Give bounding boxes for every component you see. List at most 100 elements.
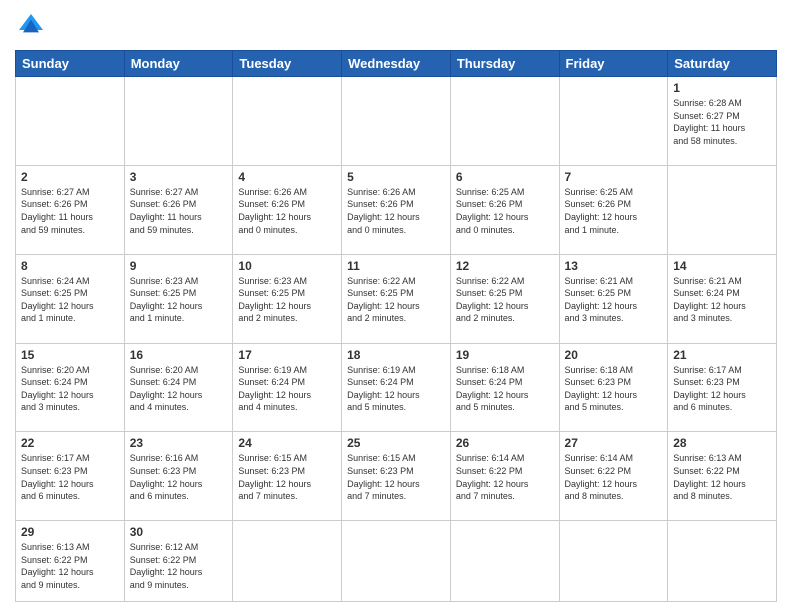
empty-day-cell bbox=[342, 77, 451, 166]
day-info: Sunrise: 6:12 AM Sunset: 6:22 PM Dayligh… bbox=[130, 541, 228, 591]
day-cell: 8 Sunrise: 6:24 AM Sunset: 6:25 PM Daylig… bbox=[16, 254, 125, 343]
day-cell: 12 Sunrise: 6:22 AM Sunset: 6:25 PM Dayli… bbox=[450, 254, 559, 343]
day-of-week-header: Monday bbox=[124, 51, 233, 77]
day-cell: 29 Sunrise: 6:13 AM Sunset: 6:22 PM Dayli… bbox=[16, 521, 125, 602]
day-number: 2 bbox=[21, 170, 119, 184]
day-cell: 6 Sunrise: 6:25 AM Sunset: 6:26 PM Daylig… bbox=[450, 165, 559, 254]
day-info: Sunrise: 6:22 AM Sunset: 6:25 PM Dayligh… bbox=[456, 275, 554, 325]
day-number: 12 bbox=[456, 259, 554, 273]
day-number: 19 bbox=[456, 348, 554, 362]
day-cell: 13 Sunrise: 6:21 AM Sunset: 6:25 PM Dayli… bbox=[559, 254, 668, 343]
day-number: 17 bbox=[238, 348, 336, 362]
day-number: 27 bbox=[565, 436, 663, 450]
day-number: 11 bbox=[347, 259, 445, 273]
day-cell: 11 Sunrise: 6:22 AM Sunset: 6:25 PM Dayli… bbox=[342, 254, 451, 343]
empty-day-cell bbox=[233, 77, 342, 166]
empty-day-cell bbox=[450, 77, 559, 166]
day-cell: 20 Sunrise: 6:18 AM Sunset: 6:23 PM Dayli… bbox=[559, 343, 668, 432]
day-cell: 24Sunrise: 6:15 AM Sunset: 6:23 PM Dayli… bbox=[233, 432, 342, 521]
day-cell: 1Sunrise: 6:28 AM Sunset: 6:27 PM Daylig… bbox=[668, 77, 777, 166]
day-number: 28 bbox=[673, 436, 771, 450]
empty-day-cell bbox=[342, 521, 451, 602]
day-cell: 15 Sunrise: 6:20 AM Sunset: 6:24 PM Dayli… bbox=[16, 343, 125, 432]
day-info: Sunrise: 6:27 AM Sunset: 6:26 PM Dayligh… bbox=[130, 186, 228, 236]
day-cell: 5 Sunrise: 6:26 AM Sunset: 6:26 PM Daylig… bbox=[342, 165, 451, 254]
day-of-week-header: Friday bbox=[559, 51, 668, 77]
day-info: Sunrise: 6:23 AM Sunset: 6:25 PM Dayligh… bbox=[130, 275, 228, 325]
day-number: 21 bbox=[673, 348, 771, 362]
day-info: Sunrise: 6:25 AM Sunset: 6:26 PM Dayligh… bbox=[565, 186, 663, 236]
day-of-week-header: Thursday bbox=[450, 51, 559, 77]
empty-day-cell bbox=[559, 521, 668, 602]
day-cell: 25 Sunrise: 6:15 AM Sunset: 6:23 PM Dayli… bbox=[342, 432, 451, 521]
calendar-header-row: SundayMondayTuesdayWednesdayThursdayFrid… bbox=[16, 51, 777, 77]
day-cell: 3Sunrise: 6:27 AM Sunset: 6:26 PM Daylig… bbox=[124, 165, 233, 254]
day-info: Sunrise: 6:26 AM Sunset: 6:26 PM Dayligh… bbox=[347, 186, 445, 236]
day-info: Sunrise: 6:20 AM Sunset: 6:24 PM Dayligh… bbox=[130, 364, 228, 414]
day-number: 13 bbox=[565, 259, 663, 273]
day-info: Sunrise: 6:15 AM Sunset: 6:23 PM Dayligh… bbox=[347, 452, 445, 502]
day-number: 15 bbox=[21, 348, 119, 362]
day-number: 26 bbox=[456, 436, 554, 450]
empty-day-cell bbox=[124, 77, 233, 166]
day-cell: 16 Sunrise: 6:20 AM Sunset: 6:24 PM Dayli… bbox=[124, 343, 233, 432]
day-number: 10 bbox=[238, 259, 336, 273]
day-number: 5 bbox=[347, 170, 445, 184]
day-info: Sunrise: 6:26 AM Sunset: 6:26 PM Dayligh… bbox=[238, 186, 336, 236]
day-number: 25 bbox=[347, 436, 445, 450]
day-number: 18 bbox=[347, 348, 445, 362]
day-info: Sunrise: 6:13 AM Sunset: 6:22 PM Dayligh… bbox=[21, 541, 119, 591]
day-number: 22 bbox=[21, 436, 119, 450]
day-info: Sunrise: 6:20 AM Sunset: 6:24 PM Dayligh… bbox=[21, 364, 119, 414]
day-cell: 4 Sunrise: 6:26 AM Sunset: 6:26 PM Daylig… bbox=[233, 165, 342, 254]
day-cell: 27 Sunrise: 6:14 AM Sunset: 6:22 PM Dayli… bbox=[559, 432, 668, 521]
logo bbox=[15, 10, 51, 42]
day-number: 24 bbox=[238, 436, 336, 450]
day-cell: 19 Sunrise: 6:18 AM Sunset: 6:24 PM Dayli… bbox=[450, 343, 559, 432]
calendar-table: SundayMondayTuesdayWednesdayThursdayFrid… bbox=[15, 50, 777, 602]
day-number: 14 bbox=[673, 259, 771, 273]
day-of-week-header: Tuesday bbox=[233, 51, 342, 77]
day-number: 29 bbox=[21, 525, 119, 539]
day-number: 8 bbox=[21, 259, 119, 273]
day-number: 9 bbox=[130, 259, 228, 273]
day-info: Sunrise: 6:17 AM Sunset: 6:23 PM Dayligh… bbox=[21, 452, 119, 502]
day-cell: 26Sunrise: 6:14 AM Sunset: 6:22 PM Dayli… bbox=[450, 432, 559, 521]
day-info: Sunrise: 6:25 AM Sunset: 6:26 PM Dayligh… bbox=[456, 186, 554, 236]
day-info: Sunrise: 6:18 AM Sunset: 6:23 PM Dayligh… bbox=[565, 364, 663, 414]
logo-icon bbox=[15, 10, 47, 42]
day-info: Sunrise: 6:19 AM Sunset: 6:24 PM Dayligh… bbox=[347, 364, 445, 414]
day-number: 7 bbox=[565, 170, 663, 184]
day-info: Sunrise: 6:27 AM Sunset: 6:26 PM Dayligh… bbox=[21, 186, 119, 236]
day-cell: 23Sunrise: 6:16 AM Sunset: 6:23 PM Dayli… bbox=[124, 432, 233, 521]
day-number: 16 bbox=[130, 348, 228, 362]
day-info: Sunrise: 6:22 AM Sunset: 6:25 PM Dayligh… bbox=[347, 275, 445, 325]
day-cell: 2 Sunrise: 6:27 AM Sunset: 6:26 PM Daylig… bbox=[16, 165, 125, 254]
day-info: Sunrise: 6:18 AM Sunset: 6:24 PM Dayligh… bbox=[456, 364, 554, 414]
day-cell: 7 Sunrise: 6:25 AM Sunset: 6:26 PM Daylig… bbox=[559, 165, 668, 254]
day-info: Sunrise: 6:19 AM Sunset: 6:24 PM Dayligh… bbox=[238, 364, 336, 414]
day-cell: 22 Sunrise: 6:17 AM Sunset: 6:23 PM Dayli… bbox=[16, 432, 125, 521]
calendar-week-row: 2 Sunrise: 6:27 AM Sunset: 6:26 PM Daylig… bbox=[16, 165, 777, 254]
header bbox=[15, 10, 777, 42]
empty-day-cell bbox=[450, 521, 559, 602]
day-info: Sunrise: 6:13 AM Sunset: 6:22 PM Dayligh… bbox=[673, 452, 771, 502]
day-cell: 14 Sunrise: 6:21 AM Sunset: 6:24 PM Dayli… bbox=[668, 254, 777, 343]
empty-day-cell bbox=[16, 77, 125, 166]
day-number: 23 bbox=[130, 436, 228, 450]
day-info: Sunrise: 6:23 AM Sunset: 6:25 PM Dayligh… bbox=[238, 275, 336, 325]
day-info: Sunrise: 6:24 AM Sunset: 6:25 PM Dayligh… bbox=[21, 275, 119, 325]
empty-day-cell bbox=[559, 77, 668, 166]
day-number: 30 bbox=[130, 525, 228, 539]
day-info: Sunrise: 6:21 AM Sunset: 6:25 PM Dayligh… bbox=[565, 275, 663, 325]
day-number: 6 bbox=[456, 170, 554, 184]
day-info: Sunrise: 6:21 AM Sunset: 6:24 PM Dayligh… bbox=[673, 275, 771, 325]
day-number: 20 bbox=[565, 348, 663, 362]
empty-day-cell bbox=[233, 521, 342, 602]
day-of-week-header: Saturday bbox=[668, 51, 777, 77]
page: SundayMondayTuesdayWednesdayThursdayFrid… bbox=[0, 0, 792, 612]
day-info: Sunrise: 6:14 AM Sunset: 6:22 PM Dayligh… bbox=[565, 452, 663, 502]
calendar-week-row: 22 Sunrise: 6:17 AM Sunset: 6:23 PM Dayli… bbox=[16, 432, 777, 521]
day-number: 4 bbox=[238, 170, 336, 184]
day-of-week-header: Sunday bbox=[16, 51, 125, 77]
